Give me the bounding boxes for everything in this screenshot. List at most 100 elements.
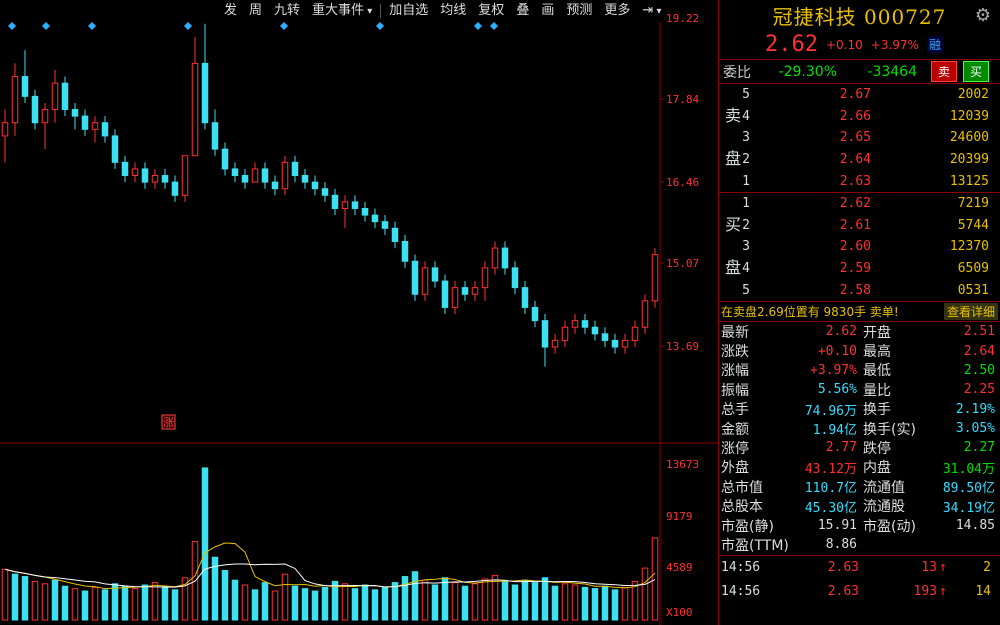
- toolbar-fa[interactable]: 发: [218, 0, 243, 22]
- volume-bar: [291, 585, 299, 621]
- candle-body: [111, 135, 119, 163]
- volume-bar: [41, 583, 49, 621]
- candle-body: [161, 175, 169, 183]
- buy-side-label-2: 盘: [724, 257, 741, 277]
- candle-body: [61, 82, 69, 111]
- volume-bar: [441, 577, 449, 621]
- volume-bar: [431, 584, 439, 621]
- toolbar-adjust[interactable]: 复权: [472, 0, 510, 22]
- volume-bar: [601, 585, 609, 621]
- tick-row: 14:56 2.63 193 ↑ 14: [719, 580, 1000, 604]
- buy-button[interactable]: 买: [963, 61, 990, 82]
- volume-bar: [251, 589, 259, 621]
- toolbar-overlay[interactable]: 叠: [510, 0, 535, 22]
- toolbar-draw[interactable]: 画: [535, 0, 560, 22]
- last-price: 2.62: [765, 32, 818, 57]
- volume-bar: [381, 586, 389, 621]
- stat-value-2: 34.19亿: [942, 500, 995, 516]
- volume-bar: [111, 583, 119, 621]
- volume-axis-label: 9179: [666, 510, 693, 523]
- volume-bar: [141, 584, 149, 621]
- level-qty: 20399: [949, 152, 989, 168]
- sell-row-4[interactable]: 4 2.66 12039: [719, 106, 1000, 128]
- buy-row-5[interactable]: 5 2.58 0531: [719, 279, 1000, 301]
- candle-body: [81, 115, 89, 130]
- level-price: 2.65: [839, 130, 871, 146]
- kline-chart-area[interactable]: 19.22 17.84 16.46 15.07 13.69 13673 9179 4589 X1…: [0, 0, 718, 625]
- stat-value: 110.7亿: [804, 481, 857, 497]
- volume-bar: [461, 585, 469, 621]
- volume-bar: [611, 589, 619, 621]
- tick-count: 14: [975, 584, 991, 600]
- gear-icon[interactable]: ⚙: [975, 5, 992, 26]
- volume-bar: [621, 586, 629, 621]
- level-qty: 12370: [949, 239, 989, 255]
- candle-body: [311, 181, 319, 190]
- stat-key-2: 最高: [863, 344, 891, 361]
- level-price: 2.60: [839, 239, 871, 255]
- toolbar-more[interactable]: 更多: [598, 0, 636, 22]
- buy-row-2[interactable]: 2 2.61 5744: [719, 215, 1000, 237]
- candle-body: [621, 339, 629, 348]
- stat-row: 总股本 45.30亿 流通股 34.19亿: [721, 496, 998, 515]
- stat-key: 总市值: [721, 479, 763, 496]
- toolbar-jiuzhuan[interactable]: 九转: [268, 0, 306, 22]
- toolbar-forecast[interactable]: 预测: [560, 0, 598, 22]
- sell-row-2[interactable]: 2 2.64 20399: [719, 149, 1000, 171]
- sell-row-1[interactable]: 1 2.63 13125: [719, 170, 1000, 192]
- candle-body: [611, 339, 619, 348]
- level-number: 5: [742, 87, 750, 103]
- stat-key-2: 跌停: [863, 440, 891, 457]
- sell-row-5[interactable]: 5 2.67 2002: [719, 84, 1000, 106]
- candle-body: [451, 287, 459, 308]
- candle-body: [601, 333, 609, 341]
- candle-body: [471, 287, 479, 295]
- volume-bar: [551, 585, 559, 621]
- candle-body: [231, 168, 239, 177]
- price-axis-label: 19.22: [666, 12, 699, 25]
- volume-axis-label: X100: [666, 606, 693, 619]
- stat-value-2: 2.25: [963, 382, 995, 398]
- toolbar-major-events-dropdown[interactable]: 重大事件: [306, 0, 378, 23]
- large-order-notice: 在卖盘2.69位置有 9830手 卖单! 查看详细: [719, 302, 1000, 322]
- volume-bar: [171, 589, 179, 621]
- buy-row-1[interactable]: 1 2.62 7219: [719, 193, 1000, 215]
- toolbar-nav-arrow-icon[interactable]: ⇥: [636, 0, 667, 23]
- stat-value: 5.56%: [817, 382, 857, 398]
- volume-bar: [641, 567, 649, 621]
- sell-row-3[interactable]: 3 2.65 24600: [719, 127, 1000, 149]
- toolbar-moving-average[interactable]: 均线: [434, 0, 472, 22]
- kline-chart-svg[interactable]: 19.22 17.84 16.46 15.07 13.69 13673 9179 4589 X1…: [0, 0, 718, 625]
- toolbar-week[interactable]: 周: [243, 0, 268, 22]
- toolbar-add-watchlist[interactable]: 加自选: [383, 0, 434, 22]
- buy-row-4[interactable]: 4 2.59 6509: [719, 258, 1000, 280]
- candle-body: [591, 326, 599, 335]
- volume-bar: [541, 577, 549, 621]
- volume-bar: [501, 580, 509, 621]
- stat-key: 市盈(静): [721, 518, 774, 535]
- stat-row: 涨幅 +3.97% 最低 2.50: [721, 361, 998, 380]
- stat-row: 外盘 43.12万 内盘 31.04万: [721, 458, 998, 477]
- price-axis-label: 17.84: [666, 93, 699, 106]
- stat-key-2: 内盘: [863, 460, 891, 477]
- event-diamond-icon: [376, 22, 384, 30]
- candle-body: [521, 287, 529, 308]
- candle-body: [561, 326, 569, 341]
- candle-body: [101, 122, 109, 137]
- tick-price: 2.63: [827, 584, 859, 600]
- candle-body: [191, 62, 199, 157]
- notice-detail-link[interactable]: 查看详细: [943, 302, 998, 320]
- price-change-pct: +3.97%: [870, 37, 919, 52]
- volume-bar: [1, 568, 9, 621]
- tick-volume: 193: [913, 584, 937, 600]
- stat-key: 最新: [721, 324, 749, 341]
- buy-row-3[interactable]: 3 2.60 12370: [719, 236, 1000, 258]
- level-price: 2.62: [839, 196, 871, 212]
- stat-value-2: 2.19%: [955, 401, 995, 417]
- stat-value-2: 2.50: [963, 362, 995, 378]
- candle-body: [241, 175, 249, 183]
- stat-key: 涨停: [721, 440, 749, 457]
- sell-button[interactable]: 卖: [931, 61, 958, 82]
- volume-bar: [421, 579, 429, 621]
- candle-body: [211, 122, 219, 150]
